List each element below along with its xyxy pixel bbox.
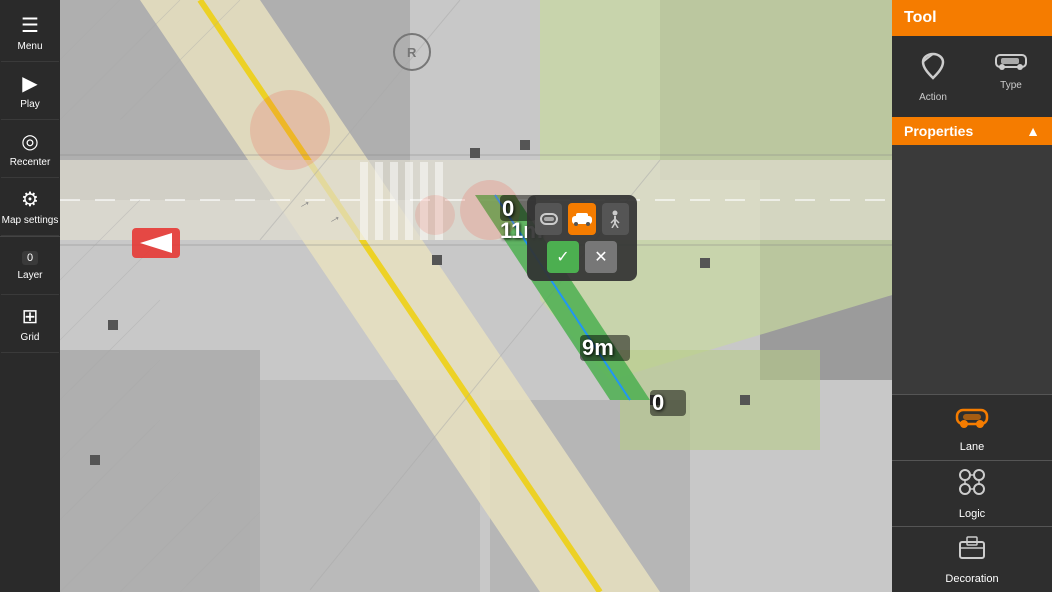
play-label: Play — [20, 99, 39, 110]
play-button[interactable]: ▶ Play — [1, 62, 59, 120]
lane-label: Lane — [960, 441, 984, 453]
type-icon — [995, 50, 1027, 76]
action-option[interactable]: Action — [903, 44, 963, 109]
layer-label: Layer — [17, 270, 42, 281]
cancel-icon: ✕ — [594, 247, 607, 267]
grid-icon: ⊞ — [22, 304, 39, 329]
recenter-button[interactable]: ◎ Recenter — [1, 120, 59, 178]
right-panel-bottom: Lane Logic — [892, 145, 1052, 592]
map-svg: → → R — [60, 0, 942, 592]
map-settings-label: Map settings — [2, 215, 59, 226]
confirm-icon: ✓ — [556, 247, 569, 267]
tool-options: Action Type — [892, 36, 1052, 117]
play-icon: ▶ — [22, 71, 37, 96]
popup: ✓ ✕ — [527, 195, 637, 281]
grid-label: Grid — [21, 332, 40, 343]
popup-pedestrian-button[interactable] — [602, 203, 629, 235]
map-settings-button[interactable]: ⚙ Map settings — [1, 178, 59, 236]
tool-header: Tool — [892, 0, 1052, 36]
action-label: Action — [919, 92, 947, 103]
type-label: Type — [1000, 80, 1022, 91]
right-panel: Tool Action Type Prope — [892, 0, 1052, 592]
decoration-label: Decoration — [945, 573, 998, 585]
logic-label: Logic — [959, 508, 985, 520]
decoration-icon — [957, 534, 987, 569]
lane-icon — [955, 402, 989, 437]
action-icon — [917, 50, 949, 88]
map-container[interactable]: → → R 0 11m 9m 0 — [60, 0, 942, 592]
properties-label: Properties — [904, 123, 973, 139]
properties-header[interactable]: Properties ▲ — [892, 117, 1052, 145]
tool-title: Tool — [904, 9, 937, 27]
popup-type-row — [535, 203, 629, 235]
type-option[interactable]: Type — [981, 44, 1041, 109]
logic-icon — [957, 467, 987, 504]
popup-cancel-button[interactable]: ✕ — [585, 241, 617, 273]
popup-car-button[interactable] — [568, 203, 595, 235]
lane-button[interactable]: Lane — [892, 394, 1052, 460]
decoration-button[interactable]: Decoration — [892, 526, 1052, 592]
settings-icon: ⚙ — [21, 187, 39, 212]
left-sidebar: ☰ Menu ▶ Play ◎ Recenter ⚙ Map settings … — [0, 0, 60, 592]
grid-button[interactable]: ⊞ Grid — [1, 295, 59, 353]
menu-label: Menu — [17, 41, 42, 52]
popup-confirm-button[interactable]: ✓ — [547, 241, 579, 273]
menu-button[interactable]: ☰ Menu — [1, 4, 59, 62]
recenter-icon: ◎ — [21, 129, 38, 154]
layer-value: 0 — [22, 251, 38, 265]
properties-arrow: ▲ — [1026, 123, 1040, 139]
layer-button[interactable]: 0 Layer — [1, 237, 59, 295]
svg-text:R: R — [407, 45, 417, 60]
menu-icon: ☰ — [21, 13, 39, 38]
recenter-label: Recenter — [10, 157, 51, 168]
logic-button[interactable]: Logic — [892, 460, 1052, 526]
popup-road-button[interactable] — [535, 203, 562, 235]
popup-action-row: ✓ ✕ — [535, 241, 629, 273]
